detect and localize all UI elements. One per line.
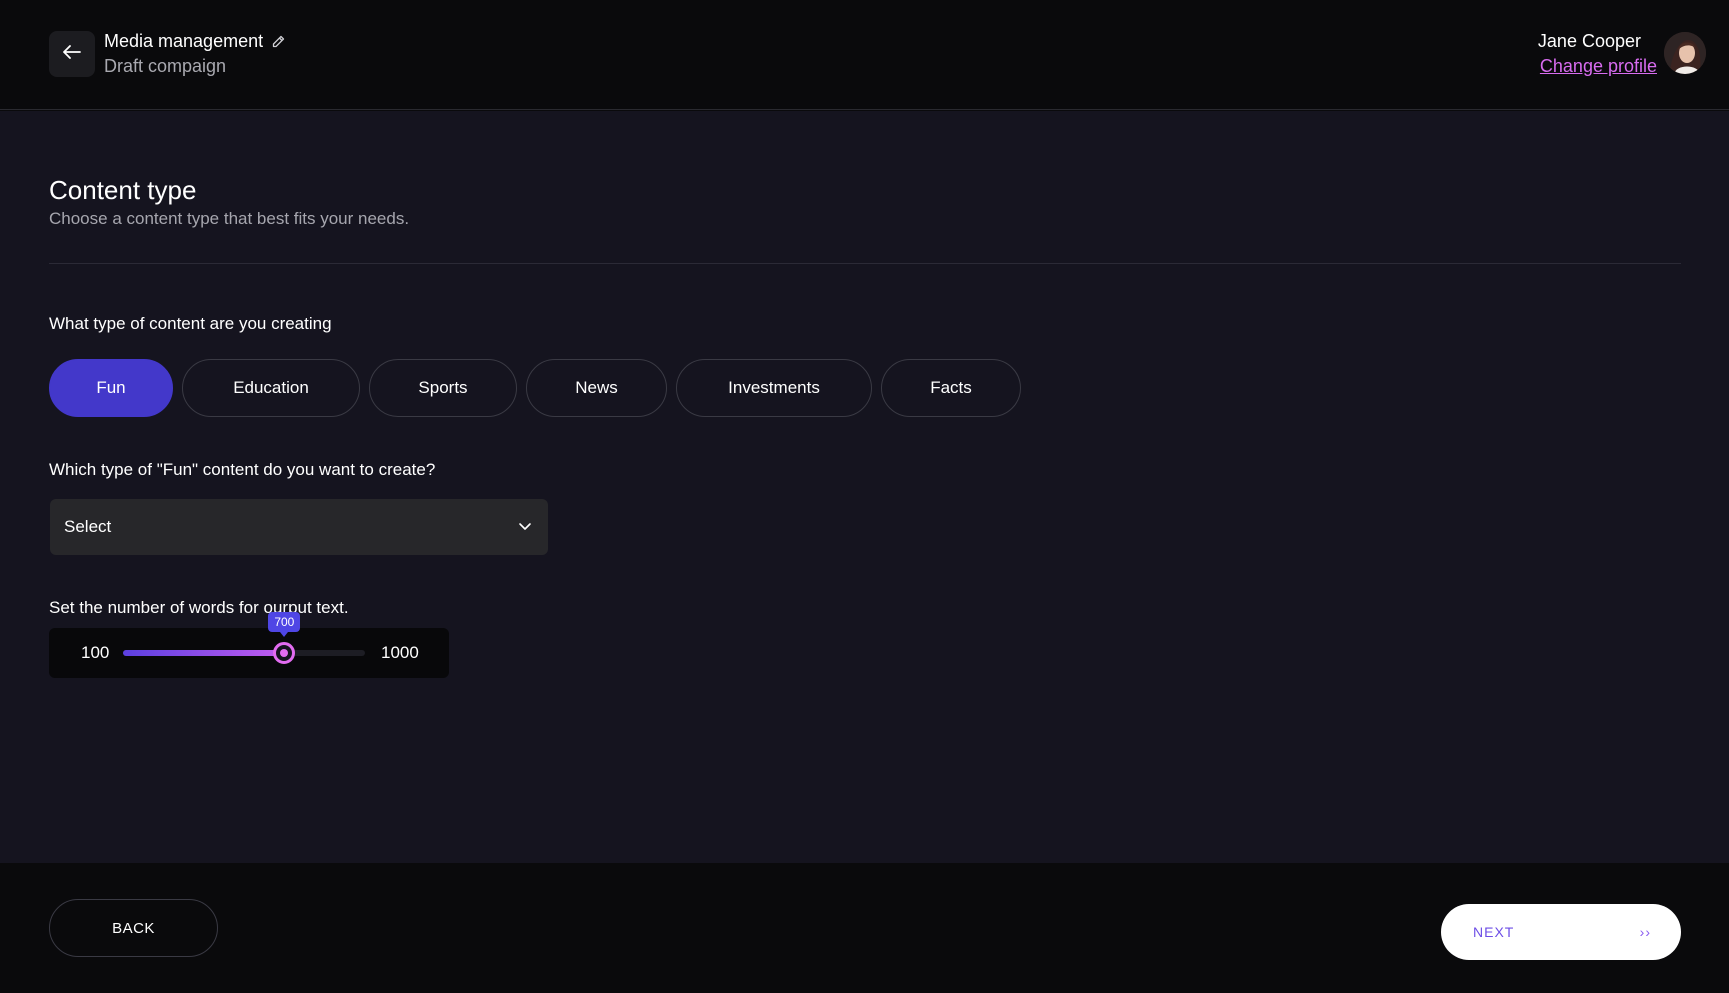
pill-education[interactable]: Education: [182, 359, 360, 417]
slider-value-tooltip: 700: [268, 612, 301, 637]
next-button[interactable]: NEXT ››: [1441, 904, 1681, 960]
page-title: Media management: [104, 31, 264, 51]
chevron-down-icon: [518, 518, 532, 536]
footer: BACK NEXT ››: [0, 863, 1729, 993]
next-button-label: NEXT: [1473, 924, 1515, 940]
slider-track[interactable]: [123, 650, 365, 656]
app-root: Media management Draft compaign Jane Coo…: [0, 0, 1729, 993]
slider-thumb-dot: [280, 649, 289, 657]
divider: [49, 263, 1681, 264]
pill-news[interactable]: News: [526, 359, 667, 417]
subtype-select[interactable]: Select: [50, 499, 548, 555]
word-count-question: Set the number of words for ourput text.: [49, 598, 349, 617]
page-subtitle: Draft compaign: [104, 56, 227, 76]
word-count-slider: 100 700 1000: [49, 612, 449, 678]
header-back-button[interactable]: [49, 31, 95, 77]
section-subtitle: Choose a content type that best fits you…: [49, 209, 410, 228]
pill-facts[interactable]: Facts: [881, 359, 1021, 417]
slider-min-label: 100: [81, 643, 110, 662]
content-type-question: What type of content are you creating: [49, 314, 332, 333]
double-chevron-right-icon: ››: [1639, 924, 1651, 940]
pill-investments[interactable]: Investments: [676, 359, 872, 417]
pill-fun[interactable]: Fun: [49, 359, 173, 417]
pill-sports[interactable]: Sports: [369, 359, 517, 417]
header-title-row: Media management: [104, 31, 286, 52]
slider-fill: [123, 650, 285, 656]
main-content: Content type Choose a content type that …: [0, 111, 1729, 863]
change-profile-link[interactable]: Change profile: [1540, 56, 1657, 77]
top-header: Media management Draft compaign Jane Coo…: [0, 0, 1729, 110]
subtype-question: Which type of "Fun" content do you want …: [49, 460, 436, 479]
pencil-icon[interactable]: [271, 34, 286, 49]
content-type-pills: Fun Education Sports News Investments Fa…: [49, 359, 1021, 417]
back-button[interactable]: BACK: [49, 899, 218, 957]
slider-max-label: 1000: [381, 643, 419, 662]
user-name: Jane Cooper: [1537, 31, 1641, 51]
slider-thumb[interactable]: [273, 642, 296, 664]
select-value: Select: [64, 517, 112, 536]
avatar[interactable]: [1664, 32, 1706, 74]
section-title: Content type: [49, 175, 197, 205]
arrow-left-icon: [63, 44, 81, 64]
